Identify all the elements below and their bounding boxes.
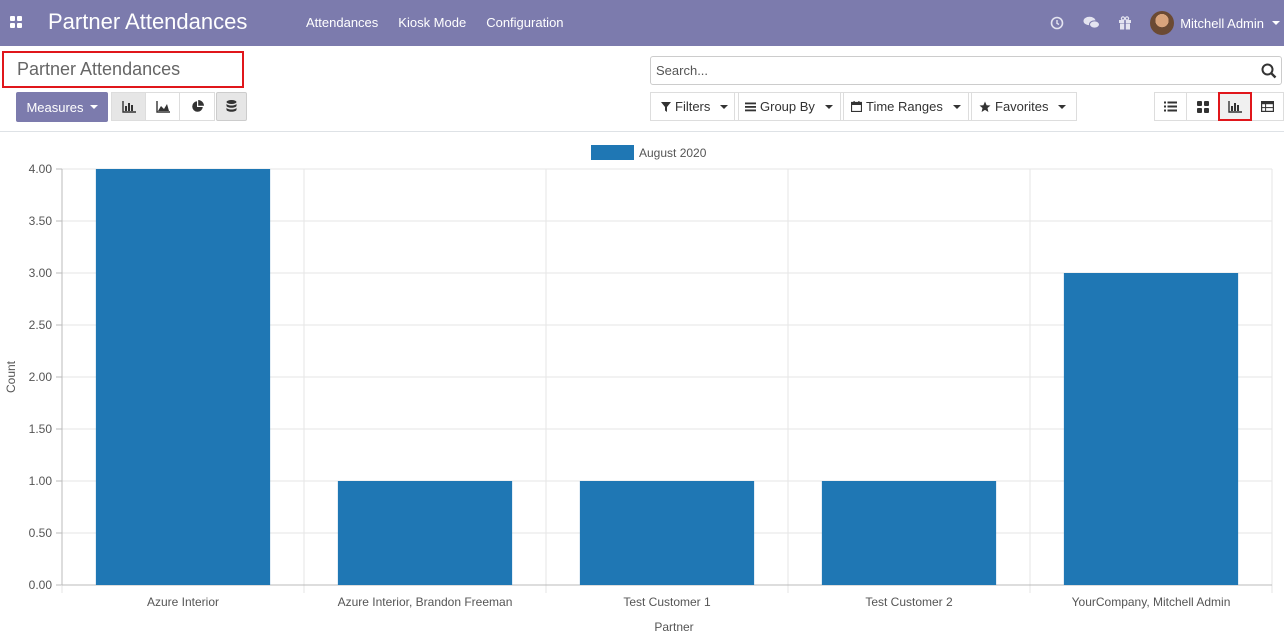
star-icon (979, 101, 991, 112)
legend-swatch (591, 145, 634, 160)
y-tick-label: 0.50 (29, 526, 53, 540)
filters-label: Filters (675, 99, 711, 114)
search-icon[interactable] (1261, 63, 1277, 79)
bar (579, 481, 755, 585)
chat-icon[interactable] (1074, 0, 1108, 46)
legend-label: August 2020 (639, 146, 707, 160)
area-chart-icon (155, 100, 170, 113)
view-switcher (1154, 92, 1284, 121)
user-name[interactable]: Mitchell Admin (1180, 16, 1264, 31)
favorites-button[interactable]: Favorites (968, 92, 1078, 121)
pivot-view-button[interactable] (1251, 93, 1283, 120)
x-tick-label: Azure Interior, Brandon Freeman (338, 595, 513, 609)
y-tick-label: 3.50 (29, 214, 53, 228)
pivot-view-icon (1260, 101, 1274, 112)
x-tick-label: Test Customer 1 (623, 595, 711, 609)
bar (821, 481, 997, 585)
menu-kiosk-mode[interactable]: Kiosk Mode (398, 15, 466, 30)
apps-grid-icon[interactable] (10, 16, 23, 29)
gift-icon[interactable] (1108, 0, 1142, 46)
list-view-button[interactable] (1155, 93, 1187, 120)
kanban-view-button[interactable] (1187, 93, 1219, 120)
control-panel: Partner Attendances Measures Filters Gro… (0, 46, 1284, 132)
bar-chart-icon (121, 100, 136, 113)
y-tick-label: 2.50 (29, 318, 53, 332)
chevron-down-icon (89, 105, 98, 109)
pie-chart-mode-button[interactable] (180, 93, 214, 120)
avatar[interactable] (1150, 11, 1175, 35)
group-by-label: Group By (760, 99, 815, 114)
menu-configuration[interactable]: Configuration (486, 15, 563, 30)
systray: Mitchell Admin (1040, 0, 1284, 46)
x-tick-label: YourCompany, Mitchell Admin (1072, 595, 1231, 609)
line-chart-mode-button[interactable] (146, 93, 180, 120)
group-by-button[interactable]: Group By (734, 92, 844, 121)
y-axis-title: Count (4, 360, 18, 393)
measures-button[interactable]: Measures (16, 92, 108, 122)
chevron-down-icon (720, 104, 729, 109)
app-title: Partner Attendances (48, 9, 248, 34)
bar-chart-mode-button[interactable] (112, 93, 146, 120)
favorites-label: Favorites (995, 99, 1049, 114)
measures-label: Measures (26, 99, 84, 115)
y-tick-label: 3.00 (29, 266, 53, 280)
time-ranges-label: Time Ranges (866, 99, 943, 114)
chevron-down-icon[interactable] (1272, 21, 1280, 25)
filters-button[interactable]: Filters (650, 92, 740, 121)
kanban-view-icon (1196, 100, 1209, 113)
chevron-down-icon (1058, 104, 1067, 109)
y-tick-label: 2.00 (29, 370, 53, 384)
bar-chart: 0.00 0.50 1.00 1.50 2.00 2.50 3.00 3.50 4.00 Azur… (0, 132, 1284, 638)
bar (95, 169, 271, 585)
top-navbar: Partner Attendances Attendances Kiosk Mo… (0, 0, 1284, 46)
list-view-icon (1164, 101, 1177, 112)
chart-canvas: 0.00 0.50 1.00 1.50 2.00 2.50 3.00 3.50 4.00 Azur… (4, 145, 1273, 634)
pie-chart-icon (191, 100, 204, 112)
chart-type-switcher (111, 92, 215, 121)
calendar-icon (851, 101, 862, 112)
search-input[interactable] (651, 57, 1231, 84)
graph-view-button[interactable] (1218, 92, 1252, 121)
menu-attendances[interactable]: Attendances (306, 15, 378, 30)
graph-view-icon (1227, 100, 1242, 113)
x-tick-label: Azure Interior (147, 595, 219, 609)
x-axis-title: Partner (654, 620, 693, 634)
top-menu: Attendances Kiosk Mode Configuration (306, 15, 564, 30)
list-icon (745, 102, 756, 111)
filter-icon (661, 101, 671, 112)
bar (337, 481, 513, 585)
bar (1063, 273, 1239, 585)
x-tick-label: Test Customer 2 (865, 595, 953, 609)
breadcrumb: Partner Attendances (2, 51, 244, 88)
y-tick-label: 0.00 (29, 578, 53, 592)
clock-icon[interactable] (1040, 0, 1074, 46)
stacked-toggle-button[interactable] (216, 92, 247, 121)
y-tick-label: 4.00 (29, 162, 53, 176)
database-icon (226, 100, 237, 112)
chevron-down-icon (824, 104, 833, 109)
time-ranges-button[interactable]: Time Ranges (840, 92, 972, 121)
y-tick-label: 1.00 (29, 474, 53, 488)
chevron-down-icon (952, 104, 961, 109)
y-tick-label: 1.50 (29, 422, 53, 436)
search-bar (650, 56, 1282, 85)
